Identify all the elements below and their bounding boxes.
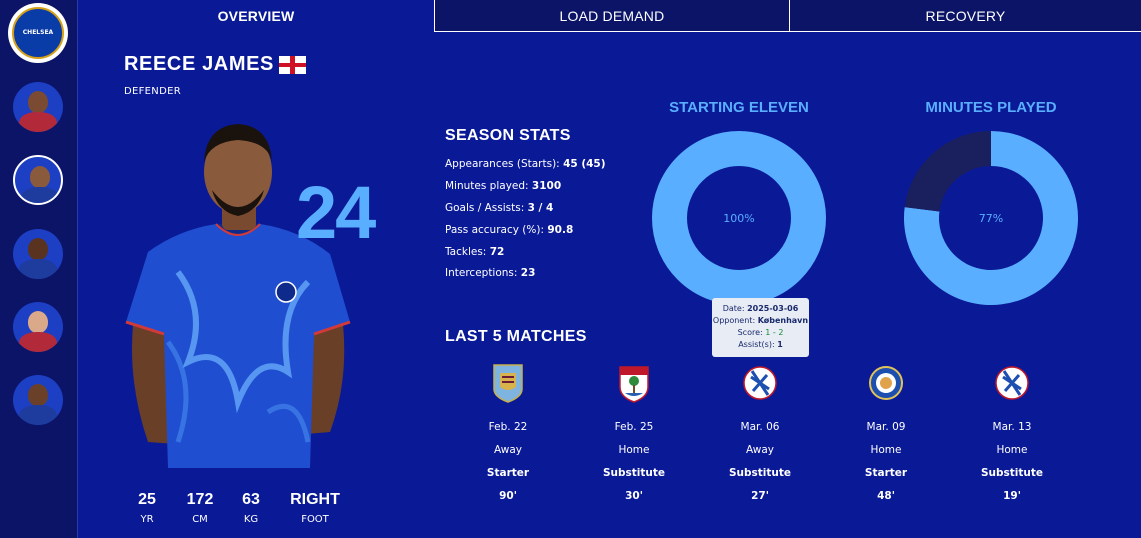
bio-age-value: 25	[138, 491, 156, 508]
match-venue: Home	[996, 444, 1028, 456]
sidebar-player-avatar-5[interactable]	[13, 375, 63, 425]
season-stats-title: SEASON STATS	[445, 127, 571, 144]
kobenhavn-crest-icon	[743, 366, 777, 400]
player-photo	[125, 124, 351, 468]
match-venue: Away	[494, 444, 522, 456]
stat-label: Goals / Assists:	[445, 202, 525, 214]
stat-row: Goals / Assists: 3 / 4	[445, 202, 553, 214]
match-venue: Home	[870, 444, 902, 456]
stat-row: Tackles: 72	[445, 246, 504, 258]
match-date: Mar. 06	[740, 421, 780, 433]
stat-row: Minutes played: 3100	[445, 180, 561, 192]
match-card[interactable]: Mar. 06 Away Substitute 27'	[710, 363, 810, 502]
match-role: Substitute	[980, 467, 1044, 479]
stat-value: 45 (45)	[563, 158, 606, 170]
match-minutes: 19'	[1003, 490, 1021, 502]
match-card[interactable]: Mar. 13 Home Substitute 19'	[962, 363, 1062, 502]
stat-value: 3100	[531, 180, 562, 192]
bio-foot: RIGHT FOOT	[286, 491, 344, 525]
match-card[interactable]: Feb. 22 Away Starter 90'	[458, 363, 558, 502]
stat-value: 23	[520, 267, 536, 279]
bio-weight-unit: KG	[243, 514, 259, 525]
tooltip-opponent-line: Opponent: København	[712, 315, 809, 327]
club-logo-text: CHELSEA	[22, 29, 54, 36]
stat-row: Appearances (Starts): 45 (45)	[445, 158, 606, 170]
tooltip-opponent: København	[757, 316, 809, 325]
match-minutes: 90'	[499, 490, 517, 502]
kobenhavn-crest-icon	[995, 366, 1029, 400]
stat-label: Appearances (Starts):	[445, 158, 560, 170]
sidebar-player-avatar-1[interactable]	[13, 82, 63, 132]
match-role: Substitute	[602, 467, 666, 479]
match-minutes: 27'	[751, 490, 769, 502]
bio-age: 25 YR	[131, 491, 163, 525]
tab-overview[interactable]: OVERVIEW	[78, 0, 434, 32]
tab-bar: OVERVIEW LOAD DEMAND RECOVERY	[78, 0, 1141, 32]
sidebar: CHELSEA	[0, 0, 78, 538]
stat-row: Pass accuracy (%): 90.8	[445, 224, 573, 236]
southampton-crest-icon	[619, 366, 649, 403]
tooltip-assists-label: Assist(s):	[738, 340, 775, 349]
last-matches-title: LAST 5 MATCHES	[445, 328, 587, 345]
stat-value: 72	[489, 246, 505, 258]
match-minutes: 30'	[625, 490, 643, 502]
bio-foot-unit: FOOT	[301, 514, 329, 525]
stat-label: Interceptions:	[445, 267, 518, 279]
tooltip-opponent-label: Opponent:	[712, 316, 756, 325]
leicester-crest-icon	[869, 366, 903, 400]
tooltip-assists-line: Assist(s): 1	[712, 339, 809, 351]
tooltip-date-label: Date:	[722, 304, 745, 313]
stat-label: Pass accuracy (%):	[445, 224, 544, 236]
sidebar-player-avatar-4[interactable]	[13, 302, 63, 352]
bio-height-unit: CM	[192, 514, 208, 525]
sidebar-player-avatar-2[interactable]	[13, 155, 63, 205]
bio-weight-value: 63	[242, 491, 260, 508]
england-flag-icon	[279, 56, 306, 74]
tab-load-demand[interactable]: LOAD DEMAND	[434, 0, 790, 32]
tooltip-assists: 1	[777, 340, 783, 349]
player-position: DEFENDER	[124, 86, 181, 97]
bio-foot-value: RIGHT	[290, 491, 340, 508]
match-venue: Home	[618, 444, 650, 456]
match-date: Feb. 25	[614, 421, 654, 433]
jersey-number: 24	[296, 171, 376, 254]
match-date: Feb. 22	[488, 421, 528, 433]
stat-label: Tackles:	[445, 246, 487, 258]
bio-weight: 63 KG	[235, 491, 267, 525]
tab-recovery[interactable]: RECOVERY	[790, 0, 1141, 32]
minutes-played-value: 77%	[978, 212, 1004, 225]
match-date: Mar. 09	[866, 421, 906, 433]
stat-value: 3 / 4	[527, 202, 554, 214]
match-tooltip: Date: 2025-03-06 Opponent: København Sco…	[712, 298, 809, 357]
match-venue: Away	[746, 444, 774, 456]
stat-value: 90.8	[547, 224, 574, 236]
bio-height: 172 CM	[181, 491, 219, 525]
match-card[interactable]: Mar. 09 Home Starter 48'	[836, 363, 936, 502]
donut-slice[interactable]	[904, 131, 991, 212]
aston-villa-crest-icon	[493, 364, 523, 403]
tooltip-date: 2025-03-06	[747, 304, 799, 313]
tooltip-score-label: Score:	[737, 328, 763, 337]
stat-row: Interceptions: 23	[445, 267, 535, 279]
match-card[interactable]: Feb. 25 Home Substitute 30'	[584, 363, 684, 502]
stat-label: Minutes played:	[445, 180, 529, 192]
tooltip-date-line: Date: 2025-03-06	[712, 303, 809, 315]
player-name: REECE JAMES	[124, 53, 274, 75]
minutes-played-title: MINUTES PLAYED	[925, 99, 1057, 116]
bio-age-unit: YR	[140, 514, 154, 525]
bio-height-value: 172	[186, 491, 214, 508]
match-role: Starter	[486, 467, 530, 479]
match-role: Starter	[864, 467, 908, 479]
starting-eleven-value: 100%	[723, 212, 755, 225]
tooltip-score: 1 - 2	[765, 328, 784, 337]
match-minutes: 48'	[877, 490, 895, 502]
sidebar-player-avatar-3[interactable]	[13, 229, 63, 279]
tooltip-score-line: Score: 1 - 2	[712, 327, 809, 339]
match-role: Substitute	[728, 467, 792, 479]
match-date: Mar. 13	[992, 421, 1032, 433]
starting-eleven-title: STARTING ELEVEN	[669, 99, 809, 116]
chelsea-logo-icon[interactable]: CHELSEA	[8, 3, 68, 63]
